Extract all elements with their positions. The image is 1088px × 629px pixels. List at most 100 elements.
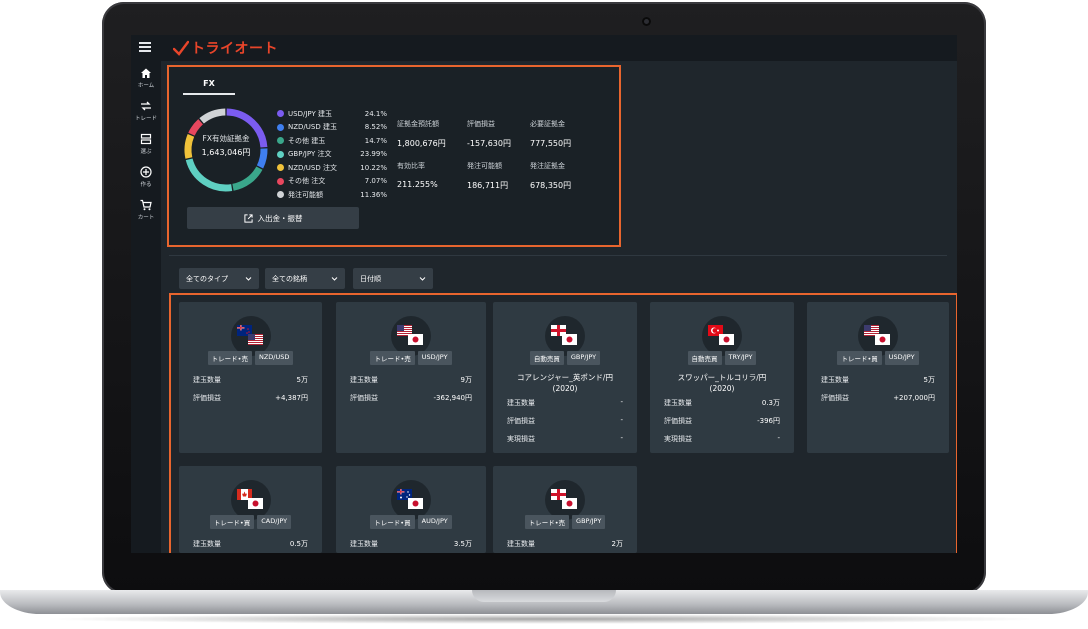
legend-name: 発注可能額: [288, 190, 323, 199]
japan-flag-icon: [562, 498, 577, 509]
fx-stat: 評価損益 -157,630円: [467, 119, 537, 149]
row-label: 建玉数量: [350, 376, 378, 384]
card-tags: トレード•売 GBP/JPY: [493, 515, 637, 529]
row-label: 評価損益: [821, 394, 849, 402]
card-row: 評価損益 -: [507, 416, 623, 426]
sidebar-item-label: トレード: [134, 115, 157, 122]
laptop-notch: [472, 590, 616, 602]
legend-color-dot: [277, 137, 284, 145]
position-card[interactable]: トレード•売 USD/JPY 建玉数量 9万 評価損益 -362,940円: [336, 302, 486, 453]
row-value: 5万: [923, 376, 935, 384]
legend-percent: 23.99%: [360, 150, 387, 159]
deposit-transfer-button[interactable]: 入出金・振替: [187, 207, 359, 229]
hamburger-menu-icon[interactable]: [139, 42, 151, 52]
legend-color-dot: [277, 164, 284, 172]
sidebar-item-trade[interactable]: トレード: [131, 94, 161, 127]
donut-slice: [199, 108, 226, 124]
currency-pair-tag: USD/JPY: [417, 351, 452, 365]
card-row: 評価損益 -396円: [664, 416, 780, 426]
stat-value: 777,550円: [530, 139, 572, 148]
card-tags: トレード•売 NZD/USD: [179, 351, 322, 365]
position-cards: トレード•売 NZD/USD 建玉数量 5万 評価損益 +4,387円 トレード•売 USD/…: [169, 293, 957, 553]
row-label: 評価損益: [664, 417, 692, 425]
row-label: 評価損益: [507, 417, 535, 425]
currency-pair-tag: USD/JPY: [884, 351, 919, 365]
trade-type-tag: トレード•売: [524, 515, 570, 529]
trade-type-tag: トレード•買: [837, 351, 882, 365]
position-card[interactable]: 自動売買 TRY/JPY スワッパー_トルコリラ/円 (2020) 建玉数量 0.3万評…: [650, 302, 794, 453]
currency-flags: [230, 316, 271, 356]
row-value: -396円: [757, 417, 780, 425]
card-row: 建玉数量 -: [507, 398, 623, 408]
currency-flags: [858, 316, 898, 356]
card-row: 評価損益 -362,940円: [350, 393, 472, 403]
position-card[interactable]: トレード•買 CAD/JPY 建玉数量 0.5万: [179, 466, 322, 553]
legend-name: GBP/JPY 注文: [288, 150, 332, 159]
fx-stat: 発注可能額 186,711円: [467, 161, 537, 191]
filter-type-dropdown[interactable]: 全てのタイプ: [179, 268, 259, 289]
sidebar-item-home[interactable]: ホーム: [131, 61, 161, 94]
position-card[interactable]: トレード•買 USD/JPY 建玉数量 5万 評価損益 +207,000円: [807, 302, 949, 453]
sidebar: ホーム トレード 選ぶ 作る カート: [131, 61, 161, 553]
legend-item: その他 建玉 14.7%: [277, 134, 387, 148]
fx-summary-panel: FX FX有効証拠金 1,643,046円 USD/JPY 建玉 24.1% NZD…: [167, 65, 621, 247]
plus-circle-icon: [140, 165, 152, 178]
position-card[interactable]: トレード•買 AUD/JPY 建玉数量 3.5万: [336, 466, 486, 553]
legend-name: その他 建玉: [288, 136, 326, 145]
legend-color-dot: [277, 191, 284, 199]
external-link-icon: [243, 213, 253, 223]
tab-fx[interactable]: FX: [183, 77, 235, 95]
row-label: 建玉数量: [664, 399, 692, 407]
position-card[interactable]: トレード•売 GBP/JPY 建玉数量 2万: [493, 466, 637, 553]
currency-pair-tag: NZD/USD: [254, 351, 294, 365]
legend-percent: 7.07%: [364, 177, 387, 186]
legend-item: その他 注文 7.07%: [277, 175, 387, 189]
sidebar-item-create[interactable]: 作る: [131, 160, 161, 193]
sidebar-item-cart[interactable]: カート: [131, 193, 161, 226]
row-label: 建玉数量: [193, 376, 221, 384]
card-row: 建玉数量 0.3万: [664, 398, 780, 408]
usa-flag-icon: [247, 334, 263, 345]
main-content: FX FX有効証拠金 1,643,046円 USD/JPY 建玉 24.1% NZD…: [161, 61, 957, 553]
japan-flag-icon: [875, 334, 890, 345]
japan-flag-icon: [719, 334, 734, 345]
top-bar: トライオート: [131, 35, 957, 61]
stat-value: 1,800,676円: [397, 139, 446, 148]
section-divider: [169, 255, 947, 256]
sidebar-item-label: カート: [137, 214, 155, 221]
japan-flag-icon: [408, 498, 423, 509]
legend-percent: 24.1%: [364, 109, 387, 118]
currency-flags: [545, 480, 585, 520]
legend-percent: 11.36%: [360, 190, 387, 199]
currency-flags: [391, 316, 431, 356]
legend-item: USD/JPY 建玉 24.1%: [277, 107, 387, 121]
legend-item: 発注可能額 11.36%: [277, 188, 387, 202]
filter-symbol-dropdown[interactable]: 全ての銘柄: [265, 268, 345, 289]
app-logo[interactable]: トライオート: [173, 39, 278, 57]
row-value: +207,000円: [893, 394, 935, 402]
trade-arrows-icon: [141, 101, 151, 110]
trade-type-tag: トレード•買: [370, 515, 415, 529]
currency-flags: [391, 480, 431, 520]
position-card[interactable]: 自動売買 GBP/JPY コアレンジャー_英ポンド/円 (2020) 建玉数量 - 評価損…: [493, 302, 637, 453]
filter-sort-dropdown[interactable]: 日付順: [353, 268, 433, 289]
sidebar-item-label: 選ぶ: [140, 148, 152, 155]
fx-stat: 発注証拠金 678,350円: [530, 161, 600, 191]
position-card[interactable]: トレード•売 NZD/USD 建玉数量 5万 評価損益 +4,387円: [179, 302, 322, 453]
currency-pair-tag: AUD/JPY: [417, 515, 452, 529]
sidebar-item-select[interactable]: 選ぶ: [131, 127, 161, 160]
row-value: 5万: [296, 376, 308, 384]
row-label: 評価損益: [193, 394, 221, 402]
laptop-shadow: [40, 614, 1048, 624]
legend-name: USD/JPY 建玉: [288, 109, 332, 118]
logo-text: トライオート: [191, 41, 278, 57]
legend-color-dot: [277, 110, 284, 118]
row-label: 実現損益: [664, 435, 692, 443]
japan-flag-icon: [247, 498, 263, 509]
row-value: 9万: [460, 376, 472, 384]
japan-flag-icon: [408, 334, 423, 345]
stat-label: 評価損益: [467, 120, 495, 128]
trade-type-tag: トレード•売: [207, 351, 252, 365]
donut-slice: [232, 166, 263, 191]
strategy-title: コアレンジャー_英ポンド/円 (2020): [517, 373, 613, 393]
